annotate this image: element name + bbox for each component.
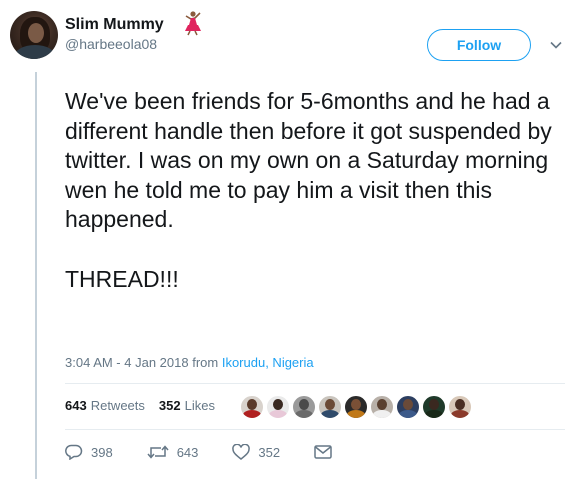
direct-message-button[interactable] bbox=[314, 445, 340, 459]
avatar[interactable] bbox=[10, 11, 58, 59]
retweets-stat[interactable]: 643 Retweets bbox=[65, 398, 145, 413]
retweets-label: Retweets bbox=[90, 398, 145, 413]
chevron-down-icon[interactable] bbox=[549, 38, 563, 52]
likes-label: Likes bbox=[184, 398, 215, 413]
author-display-name[interactable]: Slim Mummy bbox=[65, 16, 164, 34]
tweet-metadata: 3:04 AM - 4 Jan 2018 from Ikorudu, Niger… bbox=[65, 355, 314, 370]
retweet-icon bbox=[147, 445, 169, 459]
engagement-stats: 643 Retweets 352 Likes bbox=[65, 398, 229, 413]
liker-avatar[interactable] bbox=[344, 395, 368, 419]
retweet-button[interactable]: 643 bbox=[147, 444, 199, 460]
reply-button[interactable]: 398 bbox=[65, 444, 113, 460]
like-button[interactable]: 352 bbox=[232, 444, 280, 460]
tweet-timestamp[interactable]: 3:04 AM - 4 Jan 2018 bbox=[65, 355, 189, 370]
dancer-emoji-icon bbox=[185, 11, 201, 36]
liker-avatar[interactable] bbox=[318, 395, 342, 419]
reply-count: 398 bbox=[91, 444, 113, 460]
likes-count: 352 bbox=[158, 398, 181, 413]
liker-avatar[interactable] bbox=[240, 395, 264, 419]
liker-avatar[interactable] bbox=[448, 395, 472, 419]
tweet-actions: 398 643 352 bbox=[65, 444, 374, 460]
likes-stat[interactable]: 352 Likes bbox=[159, 398, 215, 413]
retweets-count: 643 bbox=[65, 398, 87, 413]
like-count: 352 bbox=[258, 444, 281, 460]
liker-avatar[interactable] bbox=[292, 395, 316, 419]
direct-message-icon bbox=[314, 445, 332, 459]
divider bbox=[65, 383, 565, 384]
like-icon bbox=[232, 444, 251, 460]
author-handle[interactable]: @harbeeola08 bbox=[65, 36, 157, 52]
liker-avatar[interactable] bbox=[396, 395, 420, 419]
tweet-text: We've been friends for 5-6months and he … bbox=[65, 88, 552, 292]
retweet-count: 643 bbox=[176, 444, 199, 460]
liker-avatar[interactable] bbox=[370, 395, 394, 419]
from-label: from bbox=[192, 355, 219, 370]
follow-button[interactable]: Follow bbox=[427, 29, 531, 61]
tweet-location-link[interactable]: Ikorudu, Nigeria bbox=[222, 355, 314, 370]
divider bbox=[65, 429, 565, 430]
thread-line bbox=[35, 72, 37, 479]
reply-icon bbox=[65, 444, 83, 460]
liker-avatar[interactable] bbox=[266, 395, 290, 419]
liker-avatar[interactable] bbox=[422, 395, 446, 419]
liker-avatars bbox=[240, 395, 474, 419]
